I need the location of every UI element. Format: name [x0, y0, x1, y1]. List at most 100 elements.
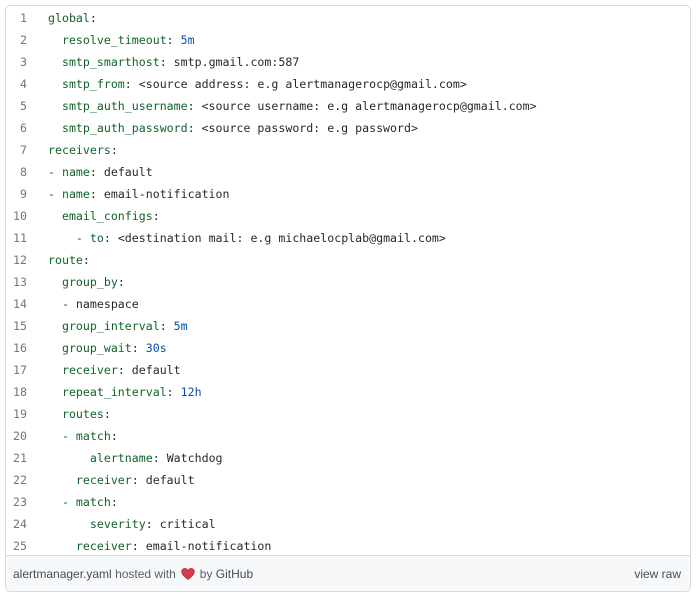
code-line: 24 severity: critical — [6, 513, 690, 535]
line-number: 1 — [20, 11, 27, 25]
code-indent: - — [48, 187, 62, 201]
code-line: 1 global: — [6, 7, 690, 29]
code-value: 5m — [173, 319, 188, 333]
code-line: 5 smtp_auth_username: <source username: … — [6, 95, 690, 117]
code-colon: : — [159, 319, 174, 333]
code-key: route — [48, 253, 83, 267]
code-line: 6 smtp_auth_password: <source password: … — [6, 117, 690, 139]
code-indent: - — [48, 495, 76, 509]
code-colon: : — [131, 539, 146, 553]
code-value: critical — [159, 517, 216, 531]
code-indent: - — [48, 429, 76, 443]
code-line: 15 group_interval: 5m — [6, 315, 690, 337]
code-line: 2 resolve_timeout: 5m — [6, 29, 690, 51]
code-value: default — [131, 363, 181, 377]
code-line: 4 smtp_from: <source address: e.g alertm… — [6, 73, 690, 95]
code-key: smtp_from — [61, 77, 125, 91]
code-text: - to: <destination mail: e.g michaelocpl… — [27, 227, 446, 249]
code-text: - name: default — [27, 161, 153, 183]
code-text: smtp_auth_username: <source username: e.… — [27, 95, 537, 117]
code-colon: : — [89, 187, 104, 201]
code-key: receiver — [75, 539, 132, 553]
line-number: 24 — [13, 517, 27, 531]
code-key: match — [75, 429, 111, 443]
code-key: to — [89, 231, 104, 245]
code-key: global — [48, 11, 90, 25]
code-colon: : — [124, 77, 139, 91]
line-number: 7 — [20, 143, 27, 157]
code-indent: - — [48, 165, 62, 179]
code-colon: : — [82, 253, 90, 267]
code-indent: - — [48, 231, 90, 245]
code-text: - namespace — [27, 293, 139, 315]
code-colon: : — [152, 451, 167, 465]
github-link[interactable]: GitHub — [216, 567, 253, 581]
code-line: 14 - namespace — [6, 293, 690, 315]
line-number: 13 — [13, 275, 27, 289]
code-text: - match: — [27, 491, 118, 513]
file-name-link[interactable]: alertmanager.yaml — [13, 567, 112, 581]
code-key: name — [61, 187, 90, 201]
code-text: receiver: default — [27, 359, 181, 381]
code-key: severity — [89, 517, 146, 531]
line-number: 11 — [13, 231, 27, 245]
line-number: 5 — [20, 99, 27, 113]
code-colon: : — [103, 231, 118, 245]
code-text: receiver: email-notification — [27, 535, 271, 557]
code-key: match — [75, 495, 111, 509]
code-colon: : — [103, 407, 111, 421]
code-text: repeat_interval: 12h — [27, 381, 202, 403]
code-text: smtp_auth_password: <source password: e.… — [27, 117, 418, 139]
code-text: group_wait: 30s — [27, 337, 167, 359]
code-colon: : — [187, 121, 202, 135]
code-key: receivers — [48, 143, 111, 157]
code-colon: : — [110, 143, 118, 157]
by-text: by — [199, 566, 213, 581]
line-number: 22 — [13, 473, 27, 487]
gist-embed: 1 global: 2 resolve_timeout: 5m 3 smtp_smar… — [5, 5, 691, 592]
code-value: <source address: e.g alertmanagerocp@gma… — [138, 77, 467, 91]
view-raw-link[interactable]: view raw — [634, 567, 681, 581]
heart-icon — [181, 567, 195, 580]
code-line: 22 receiver: default — [6, 469, 690, 491]
line-number: 18 — [13, 385, 27, 399]
code-colon: : — [145, 517, 160, 531]
code-line: 20 - match: — [6, 425, 690, 447]
code-line: 7 receivers: — [6, 139, 690, 161]
line-number: 20 — [13, 429, 27, 443]
code-value: email-notification — [145, 539, 272, 553]
code-key: group_wait — [61, 341, 132, 355]
code-value: 12h — [180, 385, 202, 399]
code-indent: - — [48, 297, 76, 311]
code-colon: : — [89, 11, 97, 25]
code-colon: : — [166, 385, 181, 399]
line-number: 8 — [20, 165, 27, 179]
code-colon: : — [131, 473, 146, 487]
code-colon: : — [117, 275, 125, 289]
code-colon: : — [110, 495, 118, 509]
code-key: name — [61, 165, 90, 179]
code-line: 18 repeat_interval: 12h — [6, 381, 690, 403]
code-colon: : — [152, 209, 160, 223]
code-value: default — [145, 473, 195, 487]
line-number: 3 — [20, 55, 27, 69]
code-text: group_interval: 5m — [27, 315, 188, 337]
gist-meta: alertmanager.yaml hosted with by GitHub — [13, 567, 253, 581]
code-value: default — [103, 165, 153, 179]
code-key: email_configs — [61, 209, 153, 223]
code-text: routes: — [27, 403, 111, 425]
code-key: group_by — [61, 275, 118, 289]
code-line: 23 - match: — [6, 491, 690, 513]
code-line: 8- name: default — [6, 161, 690, 183]
